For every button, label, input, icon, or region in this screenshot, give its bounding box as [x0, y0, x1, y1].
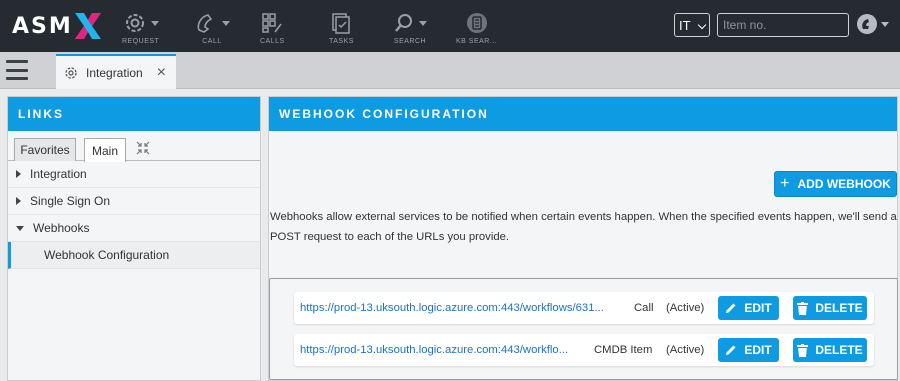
links-header: LINKS: [8, 97, 260, 131]
trash-icon: [797, 343, 809, 357]
tree-item-webhook-configuration[interactable]: Webhook Configuration: [8, 242, 260, 269]
pencil-icon: [726, 303, 736, 313]
webhook-event-type: Call: [634, 302, 654, 314]
chevron-down-icon: [419, 20, 427, 26]
item-number-input[interactable]: [717, 13, 849, 37]
tree-item-single-sign-on[interactable]: Single Sign On: [8, 188, 260, 215]
app-logo[interactable]: ASM: [12, 12, 101, 40]
edit-button[interactable]: EDIT: [718, 338, 779, 362]
kb-book-icon: [466, 13, 487, 33]
delete-button[interactable]: DELETE: [793, 338, 867, 362]
hamburger-menu-icon[interactable]: [6, 60, 28, 80]
logo-x-icon: [74, 13, 101, 39]
tab-integration[interactable]: Integration ×: [56, 54, 176, 89]
webhook-event-type: CMDB Item: [594, 344, 653, 356]
webhook-url-link[interactable]: https://prod-13.uksouth.logic.azure.com:…: [300, 302, 624, 314]
tab-label: Integration: [86, 65, 143, 80]
webhook-description: Webhooks allow external services to be n…: [270, 211, 897, 243]
chevron-down-icon: [881, 21, 889, 27]
webhook-header: WEBHOOK CONFIGURATION: [269, 97, 897, 131]
links-subtabs: Favorites Main: [8, 131, 260, 162]
chevron-down-icon: [697, 20, 707, 30]
expand-arrow-icon: [16, 197, 21, 205]
edit-button[interactable]: EDIT: [718, 296, 779, 320]
nav-calls[interactable]: CALLS: [260, 10, 285, 50]
nav-request[interactable]: REQUEST: [122, 10, 159, 50]
chevron-down-icon: [222, 20, 230, 26]
tree-item-integration[interactable]: Integration: [8, 161, 260, 188]
webhook-row: https://prod-13.uksouth.logic.azure.com:…: [294, 334, 874, 366]
collapse-all-icon[interactable]: [136, 141, 150, 155]
nav-search[interactable]: SEARCH: [393, 10, 427, 50]
calls-grid-icon: [262, 13, 282, 33]
pencil-icon: [726, 345, 736, 355]
subtab-main[interactable]: Main: [84, 138, 126, 162]
nav-tasks[interactable]: TASKS: [329, 10, 354, 50]
plus-icon: +: [780, 175, 790, 192]
webhook-configuration-panel: WEBHOOK CONFIGURATION + ADD WEBHOOK Webh…: [268, 96, 898, 381]
user-avatar-icon: [857, 14, 877, 34]
logo-text: ASM: [12, 13, 73, 39]
nav-call[interactable]: CALL: [194, 10, 230, 50]
user-menu[interactable]: [857, 14, 889, 34]
webhook-status: (Active): [666, 302, 705, 314]
chevron-down-icon: [150, 20, 159, 26]
nav-kb-search[interactable]: KB SEAR...: [456, 10, 497, 50]
gear-icon: [65, 66, 77, 79]
gear-icon: [125, 14, 144, 32]
search-icon: [395, 14, 412, 32]
close-icon[interactable]: ×: [157, 64, 166, 81]
webhook-list: https://prod-13.uksouth.logic.azure.com:…: [269, 278, 898, 380]
add-webhook-button[interactable]: + ADD WEBHOOK: [774, 171, 897, 197]
collapse-arrow-icon: [16, 225, 24, 231]
tasks-icon: [332, 13, 351, 34]
department-select[interactable]: IT: [674, 13, 710, 37]
phone-icon: [197, 14, 213, 33]
links-panel: LINKS Favorites Main Integration Single …: [7, 96, 261, 381]
top-navigation-bar: ASM REQUEST CALL CALLS TASKS SEARCH KB S…: [0, 0, 900, 52]
subtab-favorites[interactable]: Favorites: [14, 138, 76, 161]
expand-arrow-icon: [16, 170, 21, 178]
tree-item-webhooks[interactable]: Webhooks: [8, 215, 260, 242]
trash-icon: [797, 301, 809, 315]
delete-button[interactable]: DELETE: [793, 296, 867, 320]
webhook-status: (Active): [666, 344, 705, 356]
webhook-url-link[interactable]: https://prod-13.uksouth.logic.azure.com:…: [300, 344, 580, 356]
webhook-row: https://prod-13.uksouth.logic.azure.com:…: [294, 292, 874, 324]
tab-bar: Integration ×: [0, 52, 900, 89]
